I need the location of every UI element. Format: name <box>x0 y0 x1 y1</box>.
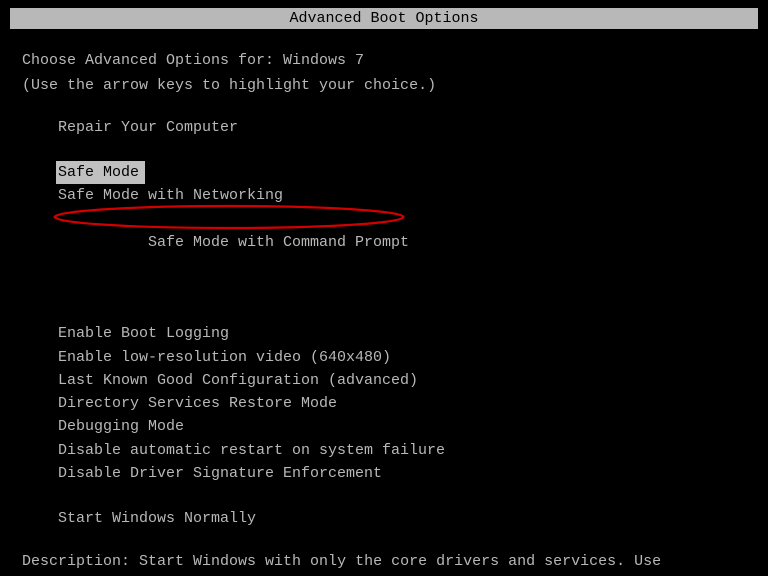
menu-item-enable-boot-logging[interactable]: Enable Boot Logging <box>58 322 746 345</box>
menu-item-start-normally[interactable]: Start Windows Normally <box>58 507 746 530</box>
description-text1: Start Windows with only the core drivers… <box>139 553 661 570</box>
menu-item-low-res-video[interactable]: Enable low-resolution video (640x480) <box>58 346 746 369</box>
title-bar: Advanced Boot Options <box>10 8 758 29</box>
menu-item-debugging-mode[interactable]: Debugging Mode <box>58 415 746 438</box>
boot-menu: Repair Your Computer Safe Mode Safe Mode… <box>58 116 746 531</box>
boot-screen: Advanced Boot Options Choose Advanced Op… <box>0 0 768 576</box>
menu-spacer <box>58 485 746 507</box>
menu-item-disable-auto-restart[interactable]: Disable automatic restart on system fail… <box>58 439 746 462</box>
menu-spacer <box>58 139 746 161</box>
menu-item-repair-your-computer[interactable]: Repair Your Computer <box>58 116 746 139</box>
annotation-circle-icon <box>50 203 408 231</box>
menu-item-safe-mode[interactable]: Safe Mode <box>56 161 145 184</box>
instruction-line: Choose Advanced Options for: Windows 7 <box>22 49 746 72</box>
menu-item-last-known-good[interactable]: Last Known Good Configuration (advanced) <box>58 369 746 392</box>
menu-item-disable-driver-sig[interactable]: Disable Driver Signature Enforcement <box>58 462 746 485</box>
menu-item-label: Safe Mode with Command Prompt <box>148 234 409 251</box>
content-area: Choose Advanced Options for: Windows 7 (… <box>0 29 768 576</box>
menu-item-safe-mode-cmd[interactable]: Safe Mode with Command Prompt <box>58 207 409 300</box>
description-prefix: Description: <box>22 553 139 570</box>
description-block: Description: Start Windows with only the… <box>22 550 746 576</box>
menu-item-safe-mode-networking[interactable]: Safe Mode with Networking <box>58 184 746 207</box>
title-text: Advanced Boot Options <box>289 10 478 27</box>
hint-line: (Use the arrow keys to highlight your ch… <box>22 74 746 97</box>
menu-item-ds-restore-mode[interactable]: Directory Services Restore Mode <box>58 392 746 415</box>
menu-spacer <box>58 300 746 322</box>
description-line1: Description: Start Windows with only the… <box>22 550 746 573</box>
